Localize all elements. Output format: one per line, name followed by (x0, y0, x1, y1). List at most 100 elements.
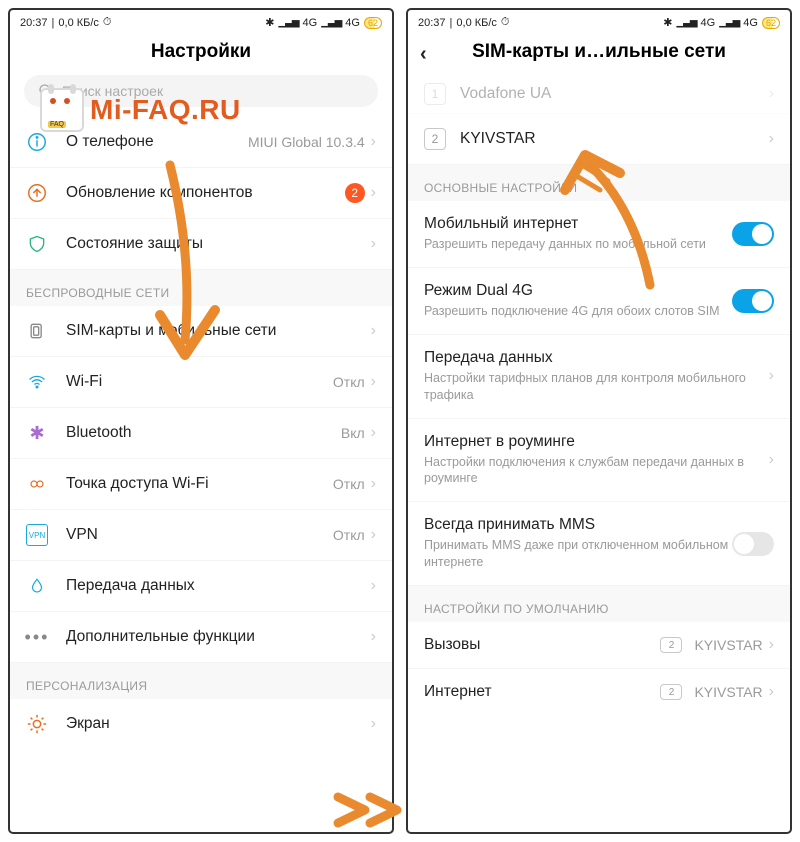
page-title: Настройки (10, 31, 392, 75)
bluetooth-icon: ✱ (26, 422, 48, 444)
row-value: Откл (333, 374, 365, 390)
row-title: Интернет в роуминге (424, 433, 763, 451)
row-sub: Настройки тарифных планов для контроля м… (424, 370, 763, 404)
section-personalization: ПЕРСОНАЛИЗАЦИЯ (10, 663, 392, 699)
status-netspeed: 0,0 КБ/с (58, 17, 99, 29)
row-sub: Разрешить подключение 4G для обоих слото… (424, 303, 732, 320)
alarm-icon: ⏱ (103, 16, 112, 29)
status-4g-2: 4G (345, 17, 360, 29)
battery-icon: 62 (762, 17, 780, 29)
row-value: KYIVSTAR (694, 637, 762, 653)
chevron-right-icon: › (769, 451, 774, 469)
row-sub: Настройки подключения к службам передачи… (424, 454, 763, 488)
search-icon (38, 83, 54, 99)
row-title: Передача данных (424, 349, 763, 367)
toggle-switch[interactable] (732, 532, 774, 556)
row-value: Откл (333, 527, 365, 543)
row-sub: Принимать MMS даже при отключенном мобил… (424, 537, 732, 571)
alarm-icon: ⏱ (501, 16, 510, 29)
shield-icon (26, 233, 48, 255)
status-4g-2: 4G (743, 17, 758, 29)
row-sub: Разрешить передачу данных по мобильной с… (424, 236, 732, 253)
sim-slot-icon: 2 (424, 128, 446, 150)
back-button[interactable]: ‹ (420, 43, 427, 66)
section-defaults: НАСТРОЙКИ ПО УМОЛЧАНИЮ (408, 586, 790, 622)
toggle-switch[interactable] (732, 222, 774, 246)
chevron-right-icon: › (371, 235, 376, 253)
signal-icon: ▁▃▅ (676, 17, 696, 28)
chevron-right-icon: › (769, 85, 774, 103)
chevron-right-icon: › (769, 130, 774, 148)
status-bar: 20:37 | 0,0 КБ/с ⏱ ✱ ▁▃▅ 4G ▁▃▅ 4G 62 (10, 10, 392, 31)
row-mobile-internet[interactable]: Мобильный интернет Разрешить передачу да… (408, 201, 790, 268)
battery-icon: 62 (364, 17, 382, 29)
section-main: ОСНОВНЫЕ НАСТРОЙКИ (408, 165, 790, 201)
update-icon (26, 182, 48, 204)
chevron-right-icon: › (371, 322, 376, 340)
row-bluetooth[interactable]: ✱ Bluetooth Вкл › (10, 408, 392, 459)
row-label: Wi-Fi (66, 373, 325, 391)
status-time: 20:37 (418, 17, 446, 29)
row-mms[interactable]: Всегда принимать MMS Принимать MMS даже … (408, 502, 790, 586)
sim-slot-icon: 1 (424, 83, 446, 105)
row-about-phone[interactable]: О телефоне MIUI Global 10.3.4 › (10, 117, 392, 168)
row-wifi[interactable]: Wi-Fi Откл › (10, 357, 392, 408)
chevron-right-icon: › (769, 367, 774, 385)
section-wireless: БЕСПРОВОДНЫЕ СЕТИ (10, 270, 392, 306)
sim-icon (26, 320, 48, 342)
row-vpn[interactable]: VPN VPN Откл › (10, 510, 392, 561)
row-data-usage[interactable]: Передача данных Настройки тарифных плано… (408, 335, 790, 419)
row-sim1[interactable]: 1 Vodafone UA › (408, 75, 790, 114)
row-value: Откл (333, 476, 365, 492)
row-more[interactable]: ••• Дополнительные функции › (10, 612, 392, 663)
row-label: Обновление компонентов (66, 184, 339, 202)
badge-count: 2 (345, 183, 365, 203)
row-label: О телефоне (66, 133, 240, 151)
bluetooth-icon: ✱ (663, 16, 672, 29)
row-title: Мобильный интернет (424, 215, 732, 233)
chevron-right-icon: › (371, 133, 376, 151)
row-label: SIM-карты и мобильные сети (66, 322, 365, 340)
row-title: Режим Dual 4G (424, 282, 732, 300)
row-display[interactable]: Экран › (10, 699, 392, 749)
row-label: Bluetooth (66, 424, 333, 442)
row-data-usage[interactable]: Передача данных › (10, 561, 392, 612)
sim-slot-icon: 2 (660, 637, 682, 653)
row-value: MIUI Global 10.3.4 (248, 134, 365, 150)
row-default-calls[interactable]: Вызовы 2 KYIVSTAR › (408, 622, 790, 669)
row-update[interactable]: Обновление компонентов 2 › (10, 168, 392, 219)
row-sim-cards[interactable]: SIM-карты и мобильные сети › (10, 306, 392, 357)
search-input[interactable]: Поиск настроек (24, 75, 378, 107)
status-4g-1: 4G (303, 17, 318, 29)
wifi-icon (26, 371, 48, 393)
row-roaming[interactable]: Интернет в роуминге Настройки подключени… (408, 419, 790, 503)
row-hotspot[interactable]: Точка доступа Wi-Fi Откл › (10, 459, 392, 510)
chevron-right-icon: › (371, 526, 376, 544)
status-bar: 20:37 | 0,0 КБ/с ⏱ ✱ ▁▃▅ 4G ▁▃▅ 4G 62 (408, 10, 790, 31)
row-label: Состояние защиты (66, 235, 365, 253)
row-dual-4g[interactable]: Режим Dual 4G Разрешить подключение 4G д… (408, 268, 790, 335)
row-sim2[interactable]: 2 KYIVSTAR › (408, 114, 790, 165)
signal-icon: ▁▃▅ (321, 17, 341, 28)
chevron-right-icon: › (371, 715, 376, 733)
row-security-status[interactable]: Состояние защиты › (10, 219, 392, 270)
signal-icon: ▁▃▅ (719, 17, 739, 28)
chevron-right-icon: › (769, 683, 774, 701)
chevron-right-icon: › (371, 577, 376, 595)
chevron-right-icon: › (371, 424, 376, 442)
status-4g-1: 4G (701, 17, 716, 29)
toggle-switch[interactable] (732, 289, 774, 313)
row-label: Дополнительные функции (66, 628, 365, 646)
chevron-right-icon: › (769, 636, 774, 654)
vpn-icon: VPN (26, 524, 48, 546)
sim-slot-icon: 2 (660, 684, 682, 700)
info-icon (26, 131, 48, 153)
bluetooth-icon: ✱ (265, 16, 274, 29)
page-title: ‹ SIM-карты и…ильные сети (408, 31, 790, 75)
row-label: Передача данных (66, 577, 365, 595)
row-title: Всегда принимать MMS (424, 516, 732, 534)
row-default-internet[interactable]: Интернет 2 KYIVSTAR › (408, 669, 790, 715)
row-label: Точка доступа Wi-Fi (66, 475, 325, 493)
row-label: Экран (66, 715, 365, 733)
row-value: Вкл (341, 425, 365, 441)
